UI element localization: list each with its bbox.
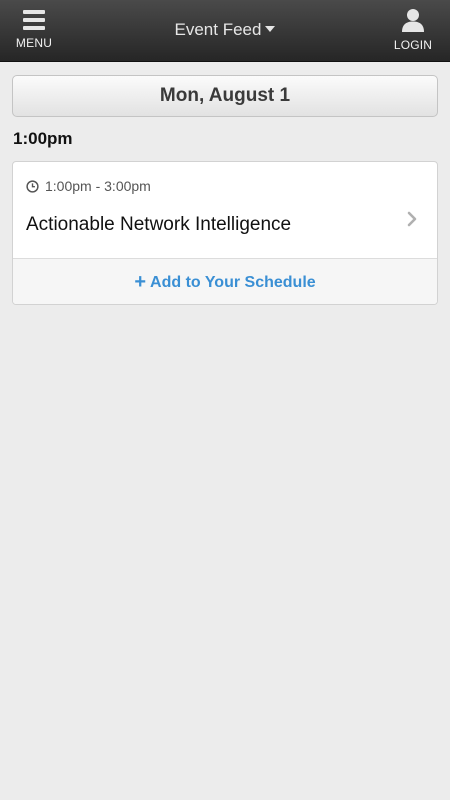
clock-icon — [26, 179, 39, 193]
session-card: 1:00pm - 3:00pm Actionable Network Intel… — [12, 161, 438, 305]
top-navigation-bar: MENU Event Feed LOGIN — [0, 0, 450, 62]
date-selector[interactable]: Mon, August 1 — [12, 75, 438, 117]
add-to-schedule-label: Add to Your Schedule — [150, 274, 316, 291]
session-time: 1:00pm - 3:00pm — [26, 178, 151, 194]
session-title: Actionable Network Intelligence — [26, 214, 292, 235]
add-to-schedule-button[interactable]: + Add to Your Schedule — [13, 258, 437, 304]
plus-icon: + — [134, 271, 147, 293]
session-time-text: 1:00pm - 3:00pm — [45, 178, 151, 194]
user-icon — [402, 9, 424, 32]
time-slot-heading: 1:00pm — [13, 129, 73, 148]
login-button[interactable]: LOGIN — [388, 6, 438, 56]
chevron-right-icon — [407, 211, 417, 227]
session-details-link[interactable]: 1:00pm - 3:00pm Actionable Network Intel… — [13, 162, 437, 258]
caret-down-icon — [265, 25, 276, 32]
header-title: Event Feed — [174, 20, 262, 39]
login-label: LOGIN — [393, 38, 433, 52]
hamburger-icon — [23, 10, 45, 30]
menu-button[interactable]: MENU — [8, 6, 60, 56]
event-feed-dropdown[interactable]: Event Feed — [145, 20, 305, 40]
menu-label: MENU — [15, 36, 53, 50]
